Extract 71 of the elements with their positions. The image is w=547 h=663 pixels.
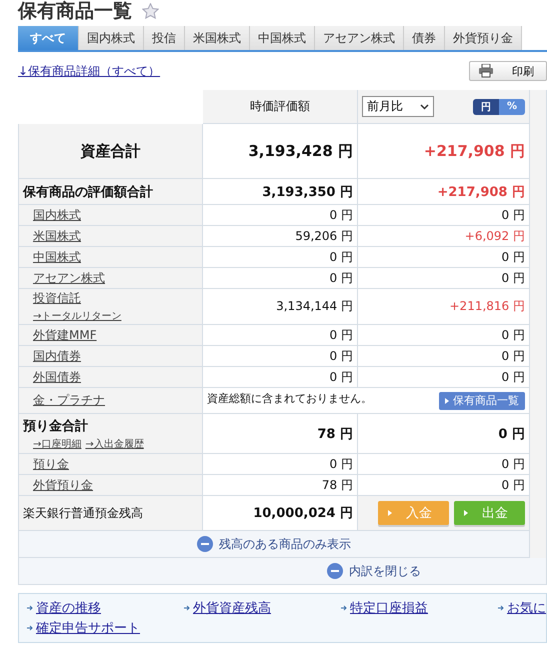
minus-icon <box>327 563 343 579</box>
category-tab[interactable]: 中国株式 <box>250 26 315 50</box>
table-cell: 0 円 <box>358 454 530 475</box>
row-label: 保有商品の評価額合計 <box>18 179 203 205</box>
table-cell: +217,908 円 <box>358 124 530 179</box>
sub-link[interactable]: →入出金履歴 <box>85 436 144 450</box>
category-tab[interactable]: 外貨預り金 <box>445 26 522 50</box>
unit-toggle[interactable]: 円 <box>473 98 499 114</box>
table-cell: 0 円 <box>358 268 530 289</box>
table-cell: 0 円 <box>203 325 358 346</box>
sub-link[interactable]: →口座明細 <box>33 436 82 450</box>
footer-link[interactable]: 特定口座損益 <box>350 599 428 617</box>
close-breakdown-toggle[interactable]: 内訳を閉じる <box>327 562 421 580</box>
chevron-down-icon <box>420 104 429 110</box>
table-cell: 0 円 <box>203 247 358 268</box>
category-tab[interactable]: 米国株式 <box>185 26 250 50</box>
footer-link[interactable]: 確定申告サポート <box>36 619 140 637</box>
page-title: 保有商品一覧 <box>18 0 132 24</box>
sub-link[interactable]: →トータルリターン <box>33 309 122 323</box>
table-cell: 3,134,144 円 <box>203 289 358 325</box>
row-label: 資産合計 <box>18 124 203 179</box>
category-tab[interactable]: 国内株式 <box>79 26 144 50</box>
show-balance-only-toggle[interactable]: 残高のある商品のみ表示 <box>197 536 351 552</box>
table-cell: 0 円 <box>358 205 530 226</box>
table-cell: 0 円 <box>358 475 530 496</box>
arrow-icon <box>184 605 190 611</box>
footer-link[interactable]: 外貨資産残高 <box>193 599 271 617</box>
table-cell: 59,206 円 <box>203 226 358 247</box>
table-cell: 0 円 <box>358 346 530 367</box>
table-cell: +217,908 円 <box>358 179 530 205</box>
triangle-icon <box>445 398 449 404</box>
table-cell: 0 円 <box>358 325 530 346</box>
triangle-icon <box>464 510 468 516</box>
row-label: 楽天銀行普通預金残高 <box>18 496 203 531</box>
category-link[interactable]: 預り金 <box>33 456 69 472</box>
arrow-icon <box>341 605 347 611</box>
column-header: 時価評価額 <box>203 90 358 124</box>
comparison-select[interactable]: 前月比 <box>362 96 434 117</box>
arrow-icon <box>27 625 33 631</box>
category-tab[interactable]: 債券 <box>404 26 445 50</box>
table-cell: +6,092 円 <box>358 226 530 247</box>
category-link[interactable]: 投資信託 <box>33 290 81 307</box>
table-cell: 3,193,350 円 <box>203 179 358 205</box>
print-button[interactable]: 印刷 <box>469 61 547 81</box>
table-cell: 0 円 <box>358 367 530 388</box>
table-cell: 3,193,428 円 <box>203 124 358 179</box>
triangle-icon <box>388 510 392 516</box>
note-text: 資産総額に含まれておりません。 <box>207 391 372 406</box>
table-cell: 0 円 <box>203 346 358 367</box>
table-cell: 0 円 <box>203 454 358 475</box>
printer-icon <box>478 64 494 78</box>
star-icon[interactable] <box>142 3 159 19</box>
category-tab[interactable]: アセアン株式 <box>315 26 404 50</box>
minus-icon <box>197 536 213 552</box>
footer-link[interactable]: お気に <box>507 599 546 617</box>
table-cell: +211,816 円 <box>358 289 530 325</box>
detail-link[interactable]: ↓保有商品詳細（すべて） <box>18 62 160 80</box>
table-cell: 0 円 <box>203 367 358 388</box>
arrow-icon <box>498 605 504 611</box>
table-cell: 0 円 <box>203 205 358 226</box>
holdings-button[interactable]: 保有商品一覧 <box>439 392 525 410</box>
table-cell: 78 円 <box>203 414 358 454</box>
table-cell: 0 円 <box>358 414 530 454</box>
category-tab[interactable]: 投信 <box>144 26 185 50</box>
footer-link[interactable]: 資産の推移 <box>36 599 101 617</box>
table-cell: 0 円 <box>358 247 530 268</box>
table-cell: 78 円 <box>203 475 358 496</box>
table-cell: 10,000,024 円 <box>203 496 358 531</box>
row-label: 預り金合計 <box>23 418 88 434</box>
table-cell: 0 円 <box>203 268 358 289</box>
arrow-icon <box>27 605 33 611</box>
